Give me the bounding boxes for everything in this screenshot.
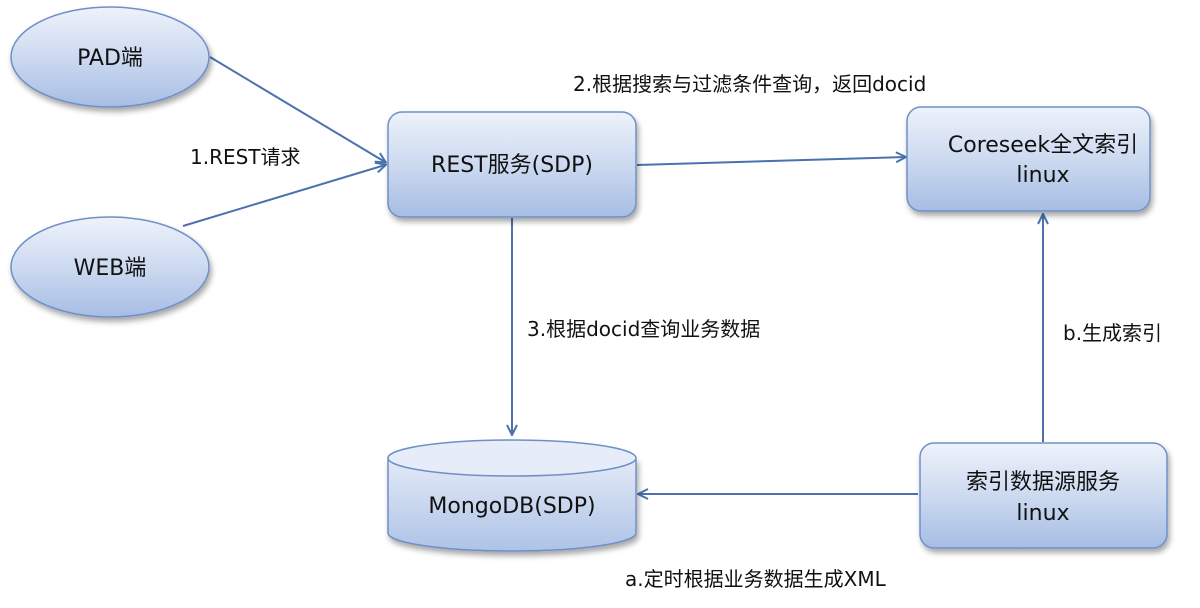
edge-web-to-rest bbox=[182, 165, 385, 227]
node-coreseek-line2: linux bbox=[1016, 163, 1069, 188]
edge-label-query-business: 3.根据docid查询业务数据 bbox=[527, 317, 760, 341]
edge-label-query-docid: 2.根据搜索与过滤条件查询，返回docid bbox=[573, 72, 926, 96]
architecture-diagram: PAD端 WEB端 REST服务(SDP) Coreseek全文索引 linux… bbox=[10, 6, 1168, 591]
edge-label-rest-request: 1.REST请求 bbox=[190, 145, 301, 169]
node-coreseek-line1: Coreseek全文索引 bbox=[948, 133, 1138, 158]
node-web: WEB端 bbox=[10, 216, 210, 318]
node-mongodb: MongoDB(SDP) bbox=[387, 439, 637, 552]
node-index-source-line2: linux bbox=[1016, 501, 1069, 526]
node-pad: PAD端 bbox=[10, 6, 210, 108]
node-index-source-line1: 索引数据源服务 bbox=[966, 470, 1120, 495]
edge-rest-to-coreseek bbox=[636, 157, 905, 166]
node-pad-label: PAD端 bbox=[77, 46, 143, 71]
node-coreseek: Coreseek全文索引 linux bbox=[906, 106, 1151, 212]
edge-label-gen-xml: a.定时根据业务数据生成XML bbox=[625, 567, 887, 591]
node-index-source: 索引数据源服务 linux bbox=[919, 442, 1168, 549]
node-web-label: WEB端 bbox=[74, 256, 147, 281]
node-mongodb-label: MongoDB(SDP) bbox=[428, 494, 595, 519]
node-rest-service-label: REST服务(SDP) bbox=[431, 153, 593, 178]
node-rest-service: REST服务(SDP) bbox=[387, 111, 637, 218]
edge-label-gen-index: b.生成索引 bbox=[1063, 321, 1162, 345]
